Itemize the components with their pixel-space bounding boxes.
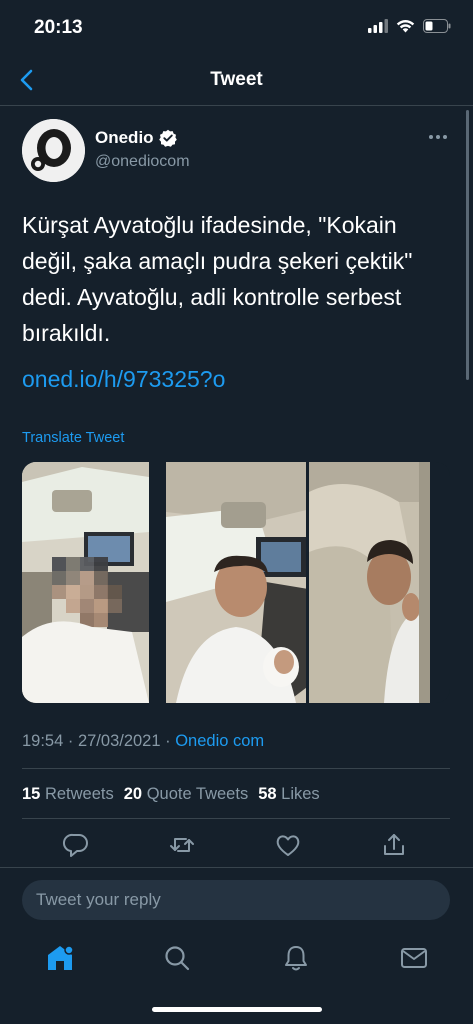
avatar[interactable] — [22, 119, 85, 182]
quote-tweets-count: 20 — [123, 785, 143, 803]
divider — [22, 818, 450, 819]
reply-button[interactable] — [60, 829, 92, 861]
tweet-timestamp: 19:54 · 27/03/2021 · — [22, 732, 176, 750]
reply-input[interactable] — [22, 880, 450, 920]
like-button[interactable] — [272, 829, 304, 861]
tab-messages[interactable] — [396, 940, 432, 976]
media-image-1[interactable] — [22, 462, 163, 703]
tweet-stats: 15 Retweets 20 Quote Tweets 58 Likes — [22, 785, 320, 804]
man-in-car-image — [165, 462, 307, 703]
battery-icon — [423, 19, 451, 33]
quote-tweets-stat[interactable]: 20 Quote Tweets — [124, 785, 248, 804]
likes-stat[interactable]: 58 Likes — [258, 785, 319, 804]
divider — [0, 867, 473, 868]
tweet-timestamp-row: 19:54 · 27/03/2021 · Onedio com — [22, 732, 264, 751]
likes-count: 58 — [258, 785, 277, 803]
nav-bar: Tweet — [0, 56, 473, 106]
retweet-button[interactable] — [166, 829, 198, 861]
status-icons — [368, 19, 451, 33]
scroll-indicator[interactable] — [466, 110, 469, 380]
share-button[interactable] — [378, 829, 410, 861]
retweet-icon — [170, 838, 194, 852]
tweet-text: Kürşat Ayvatoğlu ifadesinde, "Kokain değ… — [22, 212, 413, 346]
more-options-button[interactable] — [426, 129, 450, 145]
tweet-media — [22, 462, 450, 703]
more-dots-icon — [429, 135, 447, 139]
media-image-3[interactable] — [309, 462, 450, 703]
tweet-author: Onedio @onediocom — [22, 119, 452, 183]
translate-tweet-link[interactable]: Translate Tweet — [22, 430, 124, 446]
messages-icon — [401, 948, 427, 968]
tweet-source[interactable]: Onedio com — [175, 732, 264, 750]
media-image-2[interactable] — [165, 462, 307, 703]
quote-tweets-label: Quote Tweets — [146, 785, 249, 803]
car-seat-image — [309, 462, 431, 703]
tab-notifications[interactable] — [278, 940, 314, 976]
car-interior-image — [22, 462, 149, 703]
verified-badge-icon — [158, 129, 177, 147]
onedio-logo-icon — [22, 119, 85, 182]
likes-label: Likes — [281, 785, 320, 803]
author-name-row[interactable]: Onedio — [95, 128, 177, 148]
like-icon — [276, 835, 300, 856]
status-time: 20:13 — [34, 17, 83, 38]
share-icon — [384, 834, 404, 855]
retweets-label: Retweets — [44, 785, 114, 803]
wifi-icon — [396, 20, 415, 33]
author-name: Onedio — [95, 128, 154, 147]
status-bar: 20:13 — [0, 0, 473, 56]
tweet-actions — [22, 829, 450, 861]
tweet-link[interactable]: oned.io/h/973325?o — [22, 366, 225, 393]
home-indicator[interactable] — [152, 1007, 322, 1012]
author-handle[interactable]: @onediocom — [95, 153, 190, 171]
reply-icon — [62, 833, 88, 857]
bottom-tab-bar — [0, 930, 473, 990]
signal-icon — [368, 19, 388, 33]
notifications-icon — [285, 946, 307, 971]
retweets-count: 15 — [22, 785, 41, 803]
page-title: Tweet — [210, 69, 263, 90]
divider — [22, 768, 450, 769]
search-icon — [165, 946, 190, 971]
tab-home[interactable] — [42, 940, 78, 976]
tab-search[interactable] — [159, 940, 195, 976]
retweets-stat[interactable]: 15 Retweets — [22, 785, 114, 804]
home-icon — [48, 945, 74, 970]
